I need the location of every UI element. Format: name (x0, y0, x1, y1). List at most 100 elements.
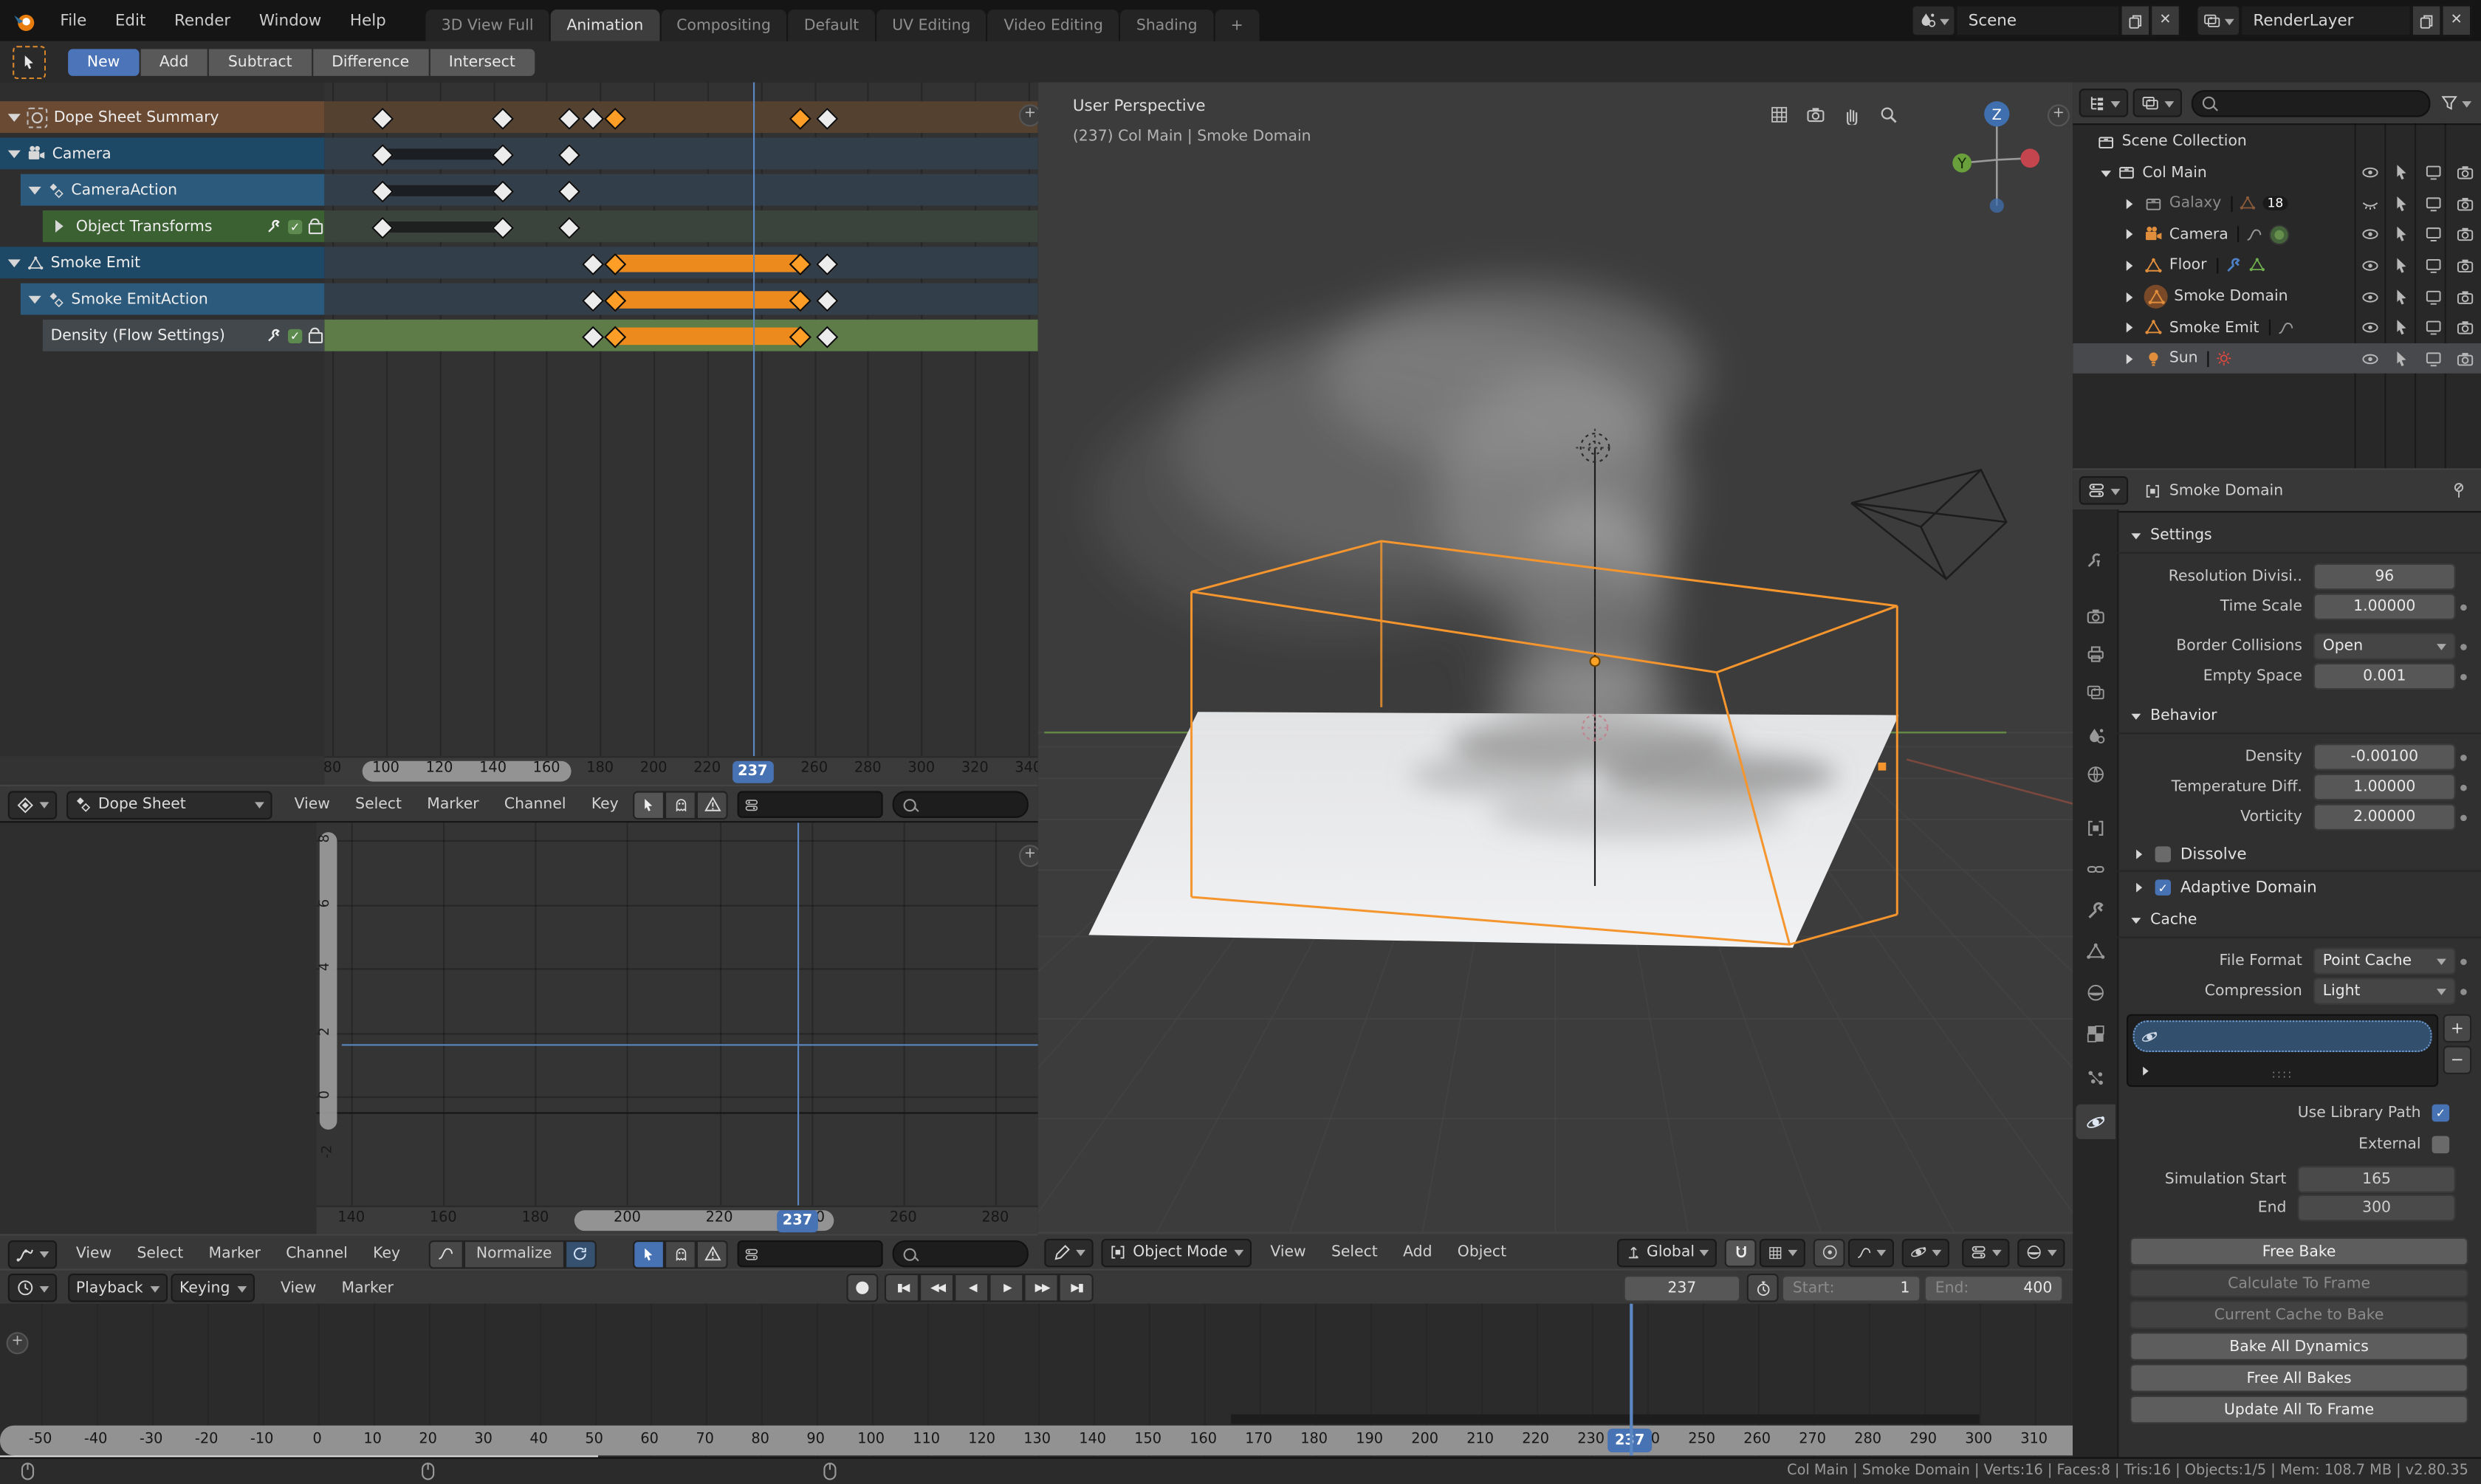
show-hidden-toggle[interactable] (665, 790, 696, 819)
timeline-track-area[interactable]: + -50-40-30-20-1001020304050607080901001… (0, 1304, 2074, 1457)
workspace-tab-3d-view-full[interactable]: 3D View Full (425, 10, 549, 41)
keying-dropdown[interactable]: Keying (171, 1274, 255, 1302)
list-expand-icon[interactable] (2143, 1067, 2153, 1076)
pan-hand-icon[interactable] (1842, 104, 1862, 125)
collapse-arrow-icon[interactable] (2127, 230, 2138, 240)
only-errors-toggle[interactable] (696, 1240, 728, 1268)
calculate-to-frame-button[interactable]: Calculate To Frame (2130, 1269, 2468, 1298)
workspace-tab-default[interactable]: Default (788, 10, 874, 41)
transform-orientation-dropdown[interactable]: Global (1616, 1238, 1717, 1267)
end-field[interactable]: 300 (2297, 1194, 2455, 1220)
playhead-line[interactable] (797, 822, 800, 1206)
sidebar-expand-plus-icon[interactable]: + (2048, 104, 2070, 126)
screen-toggle-icon[interactable] (2424, 225, 2443, 244)
overlays-dropdown[interactable] (1962, 1238, 2009, 1267)
properties-tab-texture[interactable] (2076, 1016, 2115, 1051)
point-cache-list[interactable]: :::: (2127, 1014, 2438, 1088)
use-preview-range-toggle[interactable] (1747, 1274, 1779, 1302)
active-tool-button[interactable] (13, 45, 46, 78)
expand-arrow-icon[interactable] (8, 113, 21, 127)
jump-start-button[interactable]: ▮◀ (885, 1274, 920, 1302)
properties-tab-render[interactable] (2076, 598, 2115, 633)
graph-editor-menu-key[interactable]: Key (360, 1245, 413, 1263)
eye-toggle-icon[interactable] (2361, 256, 2380, 275)
select-toggle-icon[interactable] (2392, 225, 2412, 244)
file-format-field[interactable]: Point Cache (2313, 948, 2456, 975)
viewport-menu-select[interactable]: Select (1319, 1243, 1390, 1261)
display-mode-dropdown[interactable] (2079, 89, 2128, 117)
select-toggle-icon[interactable] (2392, 256, 2412, 275)
dope-sheet-menu-channel[interactable]: Channel (492, 796, 579, 814)
properties-tab-world[interactable] (2076, 756, 2115, 791)
temperature-diff-field[interactable]: 1.00000 (2313, 774, 2456, 800)
menu-edit[interactable]: Edit (101, 12, 160, 30)
dissolve[interactable]: Dissolve (2117, 839, 2481, 870)
dope-sheet-menu-view[interactable]: View (281, 796, 343, 814)
screen-toggle-icon[interactable] (2424, 287, 2443, 306)
graph-editor-menu-select[interactable]: Select (124, 1245, 196, 1263)
channel-smoke-emit[interactable]: Smoke Emit (0, 247, 324, 278)
expand-arrow-icon[interactable] (8, 150, 21, 164)
eye-toggle-icon[interactable] (2361, 287, 2380, 306)
scene-unlink-button[interactable]: ✕ (2150, 4, 2180, 36)
properties-tab-data[interactable] (2076, 933, 2115, 968)
channel-dope-sheet-summary[interactable]: Dope Sheet Summary (0, 101, 324, 133)
expand-arrow-icon[interactable] (8, 258, 21, 272)
channel-object-transforms[interactable]: Object Transforms✓ (43, 210, 324, 242)
use-library-path-checkbox[interactable]: ✓ (2432, 1104, 2450, 1121)
properties-tab-output[interactable] (2076, 636, 2115, 670)
free-all-bakes-button[interactable]: Free All Bakes (2130, 1364, 2468, 1392)
zoom-icon[interactable] (1878, 104, 1899, 125)
mode-button-difference[interactable]: Difference (312, 48, 428, 75)
channel-density-flow-settings-[interactable]: Density (Flow Settings)✓ (43, 320, 324, 351)
view-layer-remove-button[interactable]: ✕ (2441, 4, 2471, 36)
screen-toggle-icon[interactable] (2424, 256, 2443, 275)
current-frame-badge[interactable]: 237 (732, 760, 773, 783)
frame-start-field[interactable]: Start:1 (1782, 1274, 1921, 1301)
mode-button-add[interactable]: Add (140, 48, 207, 75)
workspace-tab-animation[interactable]: Animation (551, 10, 659, 41)
playback-dropdown[interactable]: Playback (68, 1274, 168, 1302)
mode-button-intersect[interactable]: Intersect (430, 48, 535, 75)
outliner-search-input[interactable] (2192, 89, 2431, 116)
cursor-value-line[interactable] (342, 1044, 1038, 1045)
compression-field[interactable]: Light (2313, 978, 2456, 1004)
vertical-scrollbar[interactable] (320, 832, 337, 1130)
outliner-row-smoke-emit[interactable]: Smoke Emit (2073, 312, 2481, 343)
menu-file[interactable]: File (46, 12, 100, 30)
eye-toggle-icon[interactable] (2361, 349, 2380, 368)
filter-view-layer-dropdown[interactable] (2133, 89, 2182, 117)
graph-editor-curve-area[interactable]: 86420-2 (317, 822, 1038, 1206)
collapse-arrow-icon[interactable] (55, 220, 69, 233)
scene-copy-button[interactable] (2120, 4, 2150, 36)
mode-button-subtract[interactable]: Subtract (209, 48, 311, 75)
select-toggle-icon[interactable] (2392, 194, 2412, 213)
screen-toggle-icon[interactable] (2424, 163, 2443, 182)
select-toggle-icon[interactable] (2392, 163, 2412, 182)
mode-button-new[interactable]: New (68, 48, 139, 75)
playhead-line[interactable] (752, 82, 755, 756)
search-input[interactable] (893, 1240, 1029, 1267)
update-all-to-frame-button[interactable]: Update All To Frame (2130, 1395, 2468, 1424)
properties-tab-view-layer[interactable] (2076, 674, 2115, 709)
jump-end-button[interactable]: ▶▮ (1060, 1274, 1094, 1302)
only-selected-toggle[interactable] (633, 1240, 665, 1268)
screen-toggle-icon[interactable] (2424, 194, 2443, 213)
outliner-row-scene-collection[interactable]: Scene Collection (2073, 126, 2481, 157)
properties-tab-modifiers[interactable] (2076, 893, 2115, 927)
normalize-icon[interactable] (429, 1240, 464, 1268)
outliner-row-galaxy[interactable]: Galaxy18 (2073, 188, 2481, 219)
proportional-falloff-dropdown[interactable] (1848, 1238, 1894, 1267)
shading-mode-dropdown[interactable] (2017, 1238, 2065, 1267)
mode-dropdown[interactable]: Object Mode (1101, 1238, 1251, 1267)
editor-type-dropdown[interactable] (8, 1274, 57, 1302)
camera-toggle-icon[interactable] (2456, 194, 2475, 213)
list-resize-grip[interactable]: :::: (2272, 1068, 2293, 1080)
channel-cameraaction[interactable]: CameraAction (21, 174, 324, 206)
channel-enable-checkbox[interactable]: ✓ (288, 329, 302, 343)
play-button[interactable]: ▶ (989, 1274, 1024, 1302)
free-bake-button[interactable]: Free Bake (2130, 1237, 2468, 1266)
editor-type-dropdown[interactable] (8, 790, 57, 819)
properties-tab-particles[interactable] (2076, 1060, 2115, 1095)
normalize-button[interactable]: Normalize (464, 1240, 565, 1268)
